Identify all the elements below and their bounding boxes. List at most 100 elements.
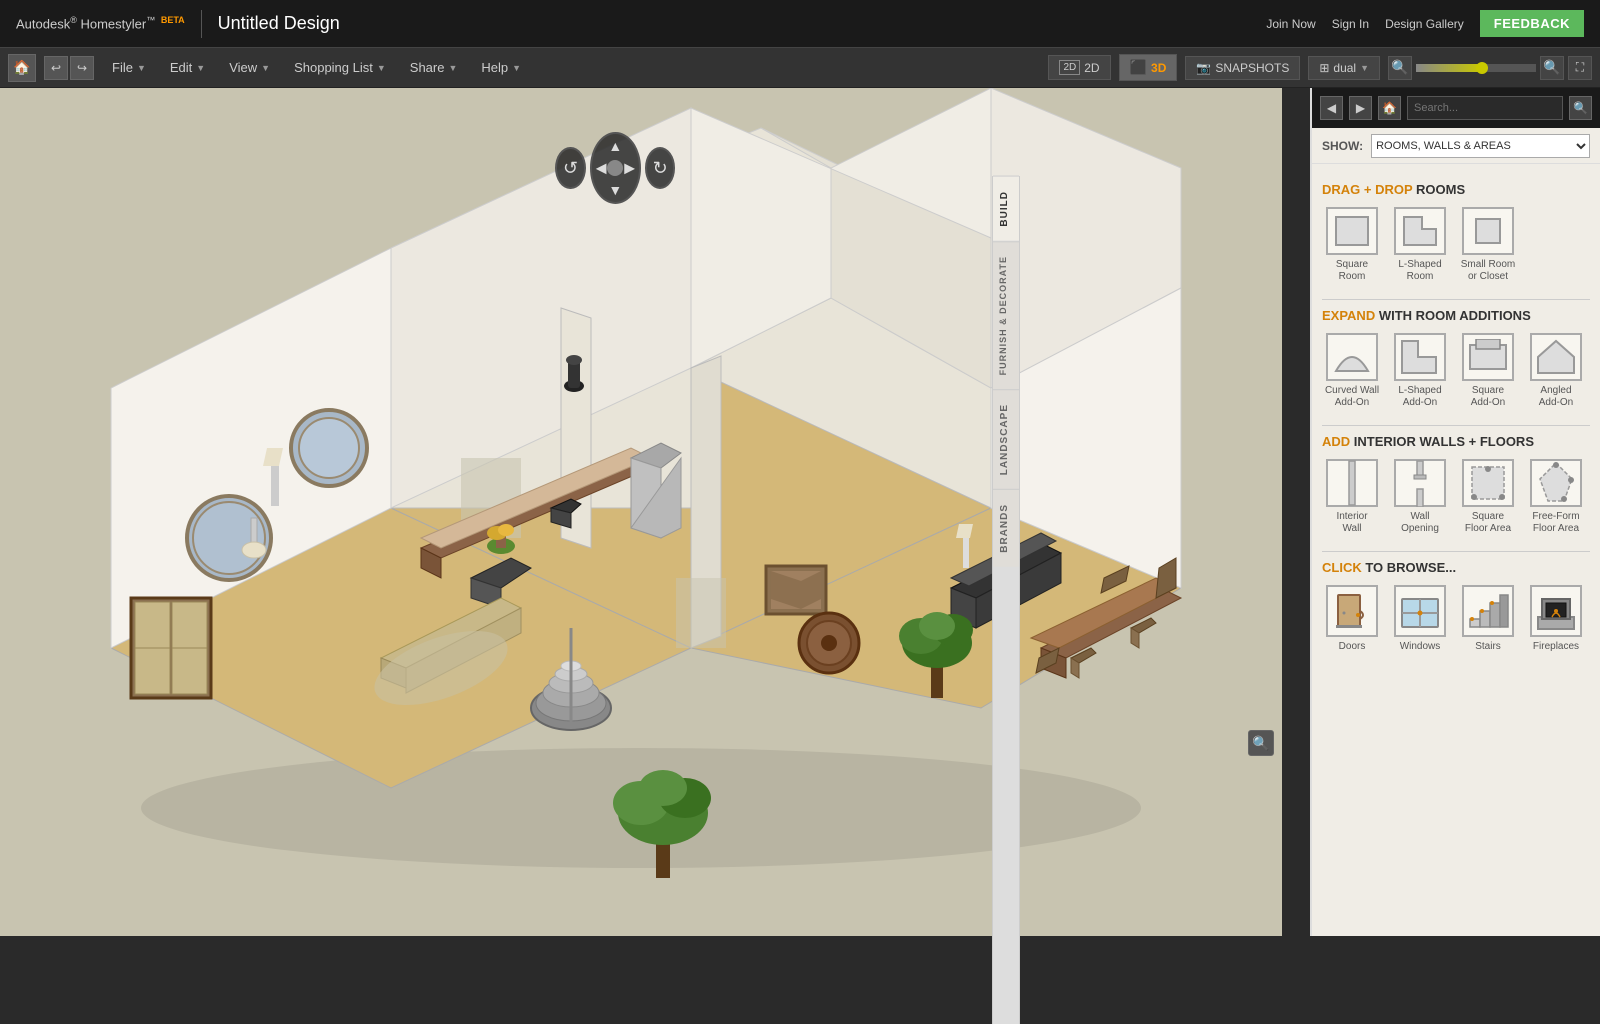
square-room-item[interactable]: SquareRoom xyxy=(1322,207,1382,283)
sidebar-forward-button[interactable]: ▶ xyxy=(1349,96,1372,120)
wall-opening-shape xyxy=(1394,459,1446,507)
pan-up-icon: ▲ xyxy=(608,138,622,154)
view-menu[interactable]: View ▼ xyxy=(219,48,280,87)
doors-browse-item[interactable]: Doors xyxy=(1322,585,1382,652)
brands-tab[interactable]: BRANDS xyxy=(993,489,1019,567)
square-addon-icon xyxy=(1468,339,1508,375)
design-gallery-link[interactable]: Design Gallery xyxy=(1385,17,1464,31)
3d-button[interactable]: ⬛ 3D xyxy=(1119,54,1178,81)
sidebar-search-button[interactable]: 🔍 xyxy=(1569,96,1592,120)
right-sidebar: ◀ ▶ 🏠 🔍 SHOW: ROOMS, WALLS & AREAS ALL R… xyxy=(1310,88,1600,936)
interior-wall-item[interactable]: InteriorWall xyxy=(1322,459,1382,535)
browse-highlight: CLICK xyxy=(1322,560,1362,575)
windows-browse-label: Windows xyxy=(1400,641,1441,652)
design-title: Untitled Design xyxy=(218,13,340,34)
square-floor-icon xyxy=(1468,459,1508,507)
rotate-left-icon: ↺ xyxy=(563,158,578,179)
freeform-floor-icon xyxy=(1536,459,1576,507)
shopping-list-menu[interactable]: Shopping List ▼ xyxy=(284,48,396,87)
windows-browse-shape xyxy=(1394,585,1446,637)
share-menu-arrow: ▼ xyxy=(448,63,457,73)
furnish-decorate-tab[interactable]: FURNISH & DECORATE xyxy=(993,241,1019,389)
canvas-magnifier[interactable]: 🔍 xyxy=(1248,730,1274,756)
pan-left-icon: ◀ xyxy=(596,160,607,177)
help-menu[interactable]: Help ▼ xyxy=(471,48,531,87)
undo-button[interactable]: ↩ xyxy=(44,56,68,80)
sidebar-content: DRAG + DROP ROOMS SquareRoom xyxy=(1312,164,1600,936)
share-menu[interactable]: Share ▼ xyxy=(400,48,468,87)
small-room-item[interactable]: Small Roomor Closet xyxy=(1458,207,1518,283)
square-floor-item[interactable]: SquareFloor Area xyxy=(1458,459,1518,535)
pan-center-dot xyxy=(607,160,623,176)
expand-highlight: EXPAND xyxy=(1322,308,1375,323)
browse-suffix: TO BROWSE... xyxy=(1365,560,1456,575)
fullscreen-button[interactable]: ⛶ xyxy=(1568,56,1592,80)
l-shaped-addon-label: L-ShapedAdd-On xyxy=(1398,385,1441,409)
snapshots-button[interactable]: 📷 SNAPSHOTS xyxy=(1185,56,1300,80)
rotate-left-button[interactable]: ↺ xyxy=(555,147,585,189)
side-tab-strip: BUILD FURNISH & DECORATE LANDSCAPE BRAND… xyxy=(992,176,1020,1024)
l-shaped-room-item[interactable]: L-ShapedRoom xyxy=(1390,207,1450,283)
view-menu-arrow: ▼ xyxy=(261,63,270,73)
square-floor-shape xyxy=(1462,459,1514,507)
top-right-links: Join Now Sign In Design Gallery FEEDBACK xyxy=(1266,10,1584,37)
2d-icon: 2D xyxy=(1059,60,1080,75)
logo-text: Autodesk® Homestyler™ BETA xyxy=(16,15,185,31)
browse-items-grid: Doors Windows xyxy=(1322,585,1590,652)
zoom-slider[interactable] xyxy=(1416,64,1536,72)
rotate-right-button[interactable]: ↻ xyxy=(645,147,675,189)
wall-opening-icon xyxy=(1400,459,1440,507)
undo-redo-controls: ↩ ↪ xyxy=(44,56,94,80)
fireplaces-icon xyxy=(1534,589,1578,633)
sidebar-search-input[interactable] xyxy=(1407,96,1563,120)
3d-cube-icon: ⬛ xyxy=(1130,59,1147,76)
wall-opening-item[interactable]: WallOpening xyxy=(1390,459,1450,535)
canvas-area[interactable]: ↺ ▲ ▼ ◀ ▶ ↻ 🔍 xyxy=(0,88,1282,936)
square-addon-item[interactable]: SquareAdd-On xyxy=(1458,333,1518,409)
l-shaped-addon-shape xyxy=(1394,333,1446,381)
zoom-in-button[interactable]: 🔍 xyxy=(1540,56,1564,80)
stairs-browse-item[interactable]: Stairs xyxy=(1458,585,1518,652)
show-dropdown[interactable]: ROOMS, WALLS & AREAS ALL ROOMS ONLY xyxy=(1371,134,1590,158)
expand-suffix: WITH ROOM ADDITIONS xyxy=(1379,308,1531,323)
landscape-tab[interactable]: LANDSCAPE xyxy=(993,389,1019,489)
fireplaces-browse-item[interactable]: Fireplaces xyxy=(1526,585,1586,652)
wall-opening-label: WallOpening xyxy=(1401,511,1439,535)
file-menu[interactable]: File ▼ xyxy=(102,48,156,87)
show-label: SHOW: xyxy=(1322,139,1363,153)
feedback-button[interactable]: FEEDBACK xyxy=(1480,10,1584,37)
sign-in-link[interactable]: Sign In xyxy=(1332,17,1369,31)
square-room-icon xyxy=(1334,215,1370,247)
fireplaces-browse-label: Fireplaces xyxy=(1533,641,1579,652)
redo-button[interactable]: ↪ xyxy=(70,56,94,80)
sidebar-home-button[interactable]: 🏠 xyxy=(1378,96,1401,120)
2d-button[interactable]: 2D 2D xyxy=(1048,55,1110,80)
stairs-browse-label: Stairs xyxy=(1475,641,1501,652)
build-tab[interactable]: BUILD xyxy=(993,176,1019,241)
freeform-floor-item[interactable]: Free-FormFloor Area xyxy=(1526,459,1586,535)
l-shaped-room-icon xyxy=(1402,215,1438,247)
drag-drop-rooms-grid: SquareRoom L-ShapedRoom xyxy=(1322,207,1590,283)
interior-highlight: ADD xyxy=(1322,434,1350,449)
interior-walls-grid: InteriorWall WallOpening xyxy=(1322,459,1590,535)
main-area: ↺ ▲ ▼ ◀ ▶ ↻ 🔍 BUILD FURNISH & DECORATE L… xyxy=(0,88,1600,936)
pan-control[interactable]: ▲ ▼ ◀ ▶ xyxy=(590,132,641,204)
windows-browse-item[interactable]: Windows xyxy=(1390,585,1450,652)
windows-icon xyxy=(1398,589,1442,633)
join-now-link[interactable]: Join Now xyxy=(1266,17,1315,31)
edit-menu-arrow: ▼ xyxy=(196,63,205,73)
stairs-browse-shape xyxy=(1462,585,1514,637)
zoom-out-button[interactable]: 🔍 xyxy=(1388,56,1412,80)
sidebar-top-bar: ◀ ▶ 🏠 🔍 xyxy=(1312,88,1600,128)
home-button[interactable]: 🏠 xyxy=(8,54,36,82)
divider-1 xyxy=(1322,299,1590,300)
rotate-right-icon: ↻ xyxy=(653,158,668,179)
angled-addon-shape xyxy=(1530,333,1582,381)
edit-menu[interactable]: Edit ▼ xyxy=(160,48,215,87)
expand-section-header: EXPAND WITH ROOM ADDITIONS xyxy=(1322,308,1590,323)
sidebar-back-button[interactable]: ◀ xyxy=(1320,96,1343,120)
dual-button[interactable]: ⊞ dual ▼ xyxy=(1308,56,1380,80)
l-shaped-addon-item[interactable]: L-ShapedAdd-On xyxy=(1390,333,1450,409)
angled-addon-item[interactable]: AngledAdd-On xyxy=(1526,333,1586,409)
curved-wall-item[interactable]: Curved WallAdd-On xyxy=(1322,333,1382,409)
